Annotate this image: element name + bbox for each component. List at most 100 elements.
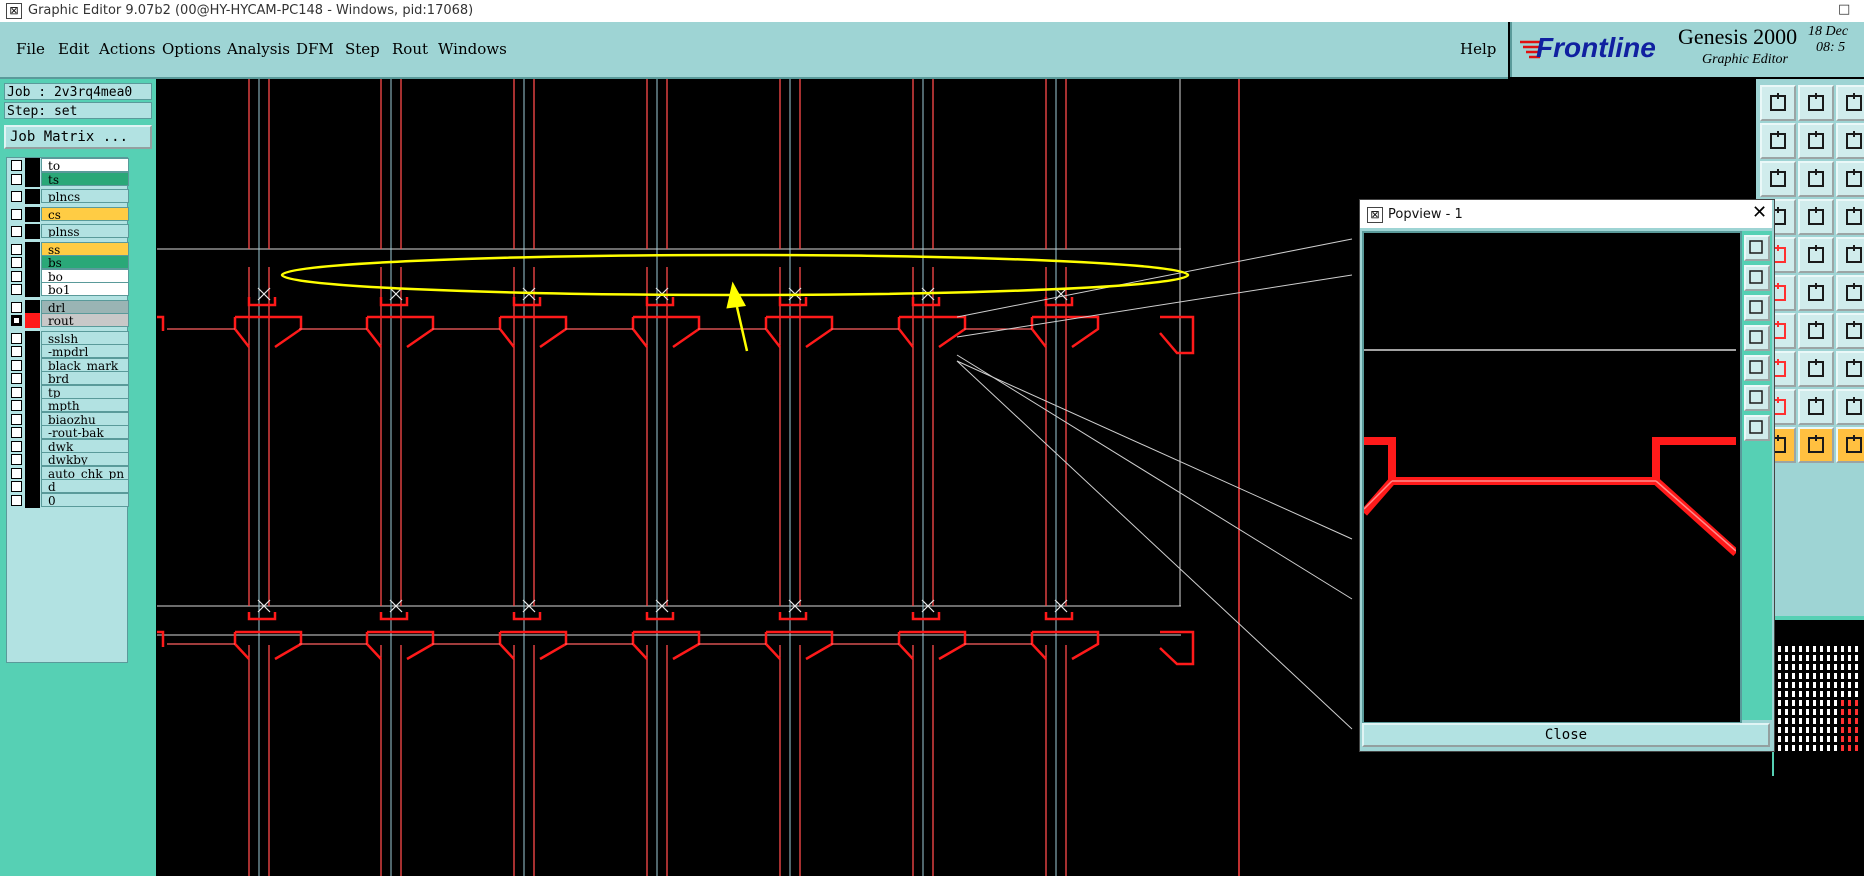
layer-row-plncs[interactable]: plncs (7, 189, 129, 204)
menu-windows[interactable]: Windows (438, 40, 507, 58)
layer-color-swatch[interactable] (25, 224, 40, 239)
zoom-fit-icon[interactable] (1760, 161, 1796, 197)
layer-row-cs[interactable]: cs (7, 206, 129, 222)
layer-checkbox[interactable] (11, 440, 22, 452)
menu-actions[interactable]: Actions (99, 40, 155, 58)
layer-checkbox[interactable] (11, 257, 22, 268)
move-icon[interactable] (1836, 427, 1864, 463)
arrow-left-icon[interactable] (1760, 123, 1796, 159)
layer-name[interactable]: plnss (41, 224, 129, 238)
snap-icon[interactable] (1836, 199, 1864, 235)
center-icon[interactable] (1744, 415, 1770, 441)
layer-name[interactable]: dwkby (41, 452, 129, 466)
arrow-down-icon[interactable] (1798, 85, 1834, 121)
curve-icon[interactable] (1836, 313, 1864, 349)
layer-checkbox[interactable] (11, 243, 22, 255)
move-left-icon[interactable] (1744, 325, 1770, 351)
angle-icon[interactable] (1836, 389, 1864, 425)
layer-checkbox[interactable] (11, 413, 22, 425)
layer-name[interactable]: black_mark (41, 357, 129, 372)
layer-name[interactable]: ts (41, 171, 129, 186)
move-down-icon[interactable] (1744, 295, 1770, 321)
grid-icon[interactable] (1836, 237, 1864, 273)
layer-name[interactable]: -rout-bak (41, 425, 129, 439)
popview-titlebar[interactable]: ⊠ Popview - 1 ✕ (1360, 200, 1772, 228)
line-icon[interactable] (1798, 313, 1834, 349)
layer-color-swatch[interactable] (25, 492, 40, 508)
layer-checkbox[interactable] (11, 208, 22, 220)
layer-name[interactable]: rout (41, 313, 129, 327)
layer-color-swatch[interactable] (25, 282, 40, 297)
layer-checkbox[interactable] (11, 270, 22, 282)
menu-step[interactable]: Step (345, 40, 380, 58)
layer-row-plnss[interactable]: plnss (7, 224, 129, 239)
layer-name[interactable]: drl (41, 299, 129, 314)
fit-icon[interactable] (1744, 385, 1770, 411)
layer-name[interactable]: biaozhu (41, 411, 129, 426)
minimize-icon[interactable]: □ (1838, 2, 1850, 17)
thumbnail-view[interactable] (1772, 616, 1864, 776)
layer-checkbox[interactable] (11, 332, 22, 344)
popview-close-button[interactable]: Close (1362, 723, 1770, 747)
layer-checkbox[interactable] (11, 173, 22, 185)
layer-checkbox[interactable] (11, 315, 22, 326)
layer-name[interactable]: brd (41, 371, 129, 385)
layer-color-swatch[interactable] (25, 171, 40, 187)
marker-icon[interactable] (1836, 351, 1864, 387)
layer-name[interactable]: 0 (41, 492, 129, 507)
layer-checkbox[interactable] (11, 400, 22, 411)
layer-checkbox[interactable] (11, 427, 22, 438)
layer-checkbox[interactable] (11, 359, 22, 371)
move-up-icon[interactable] (1744, 265, 1770, 291)
menu-rout[interactable]: Rout (392, 40, 428, 58)
menu-edit[interactable]: Edit (58, 40, 89, 58)
layer-checkbox[interactable] (11, 481, 22, 492)
measure-icon[interactable] (1798, 199, 1834, 235)
layer-name[interactable]: ss (41, 241, 129, 256)
layer-row-rout[interactable]: rout (7, 313, 129, 328)
layer-checkbox[interactable] (11, 191, 22, 202)
layer-name[interactable]: bo1 (41, 282, 129, 296)
cut-icon[interactable] (1798, 351, 1834, 387)
layer-checkbox[interactable] (11, 160, 22, 171)
layer-name[interactable]: -mpdrl (41, 344, 129, 358)
layer-checkbox[interactable] (11, 226, 22, 237)
job-matrix-button[interactable]: Job Matrix ... (4, 125, 152, 149)
layer-row-ts[interactable]: ts (7, 171, 129, 187)
layer-name[interactable]: mpth (41, 398, 129, 412)
layer-checkbox[interactable] (11, 373, 22, 384)
layer-color-swatch[interactable] (25, 313, 40, 328)
connect-icon[interactable] (1836, 275, 1864, 311)
layer-checkbox[interactable] (11, 467, 22, 479)
arrow-right-icon[interactable] (1798, 123, 1834, 159)
layer-name[interactable]: dwk (41, 438, 129, 453)
layer-name[interactable]: auto_chk_pn (41, 465, 129, 480)
layer-checkbox[interactable] (11, 284, 22, 295)
layer-name[interactable]: cs (41, 206, 129, 221)
menu-help[interactable]: Help (1460, 40, 1496, 58)
menu-file[interactable]: File (16, 40, 45, 58)
layer-name[interactable]: d (41, 479, 129, 493)
layer-row-bo1[interactable]: bo1 (7, 282, 129, 297)
zoom-center-icon[interactable] (1798, 161, 1834, 197)
menu-analysis[interactable]: Analysis (227, 40, 290, 58)
triangle-alt-icon[interactable] (1798, 389, 1834, 425)
layer-color-swatch[interactable] (25, 206, 40, 222)
segment-icon[interactable] (1798, 237, 1834, 273)
arrow-up-icon[interactable] (1760, 85, 1796, 121)
popview-canvas[interactable] (1360, 231, 1742, 724)
menu-options[interactable]: Options (162, 40, 221, 58)
layer-checkbox[interactable] (11, 454, 22, 465)
layer-row-0[interactable]: 0 (7, 492, 129, 508)
rotate-icon[interactable] (1836, 123, 1864, 159)
select-alt-icon[interactable] (1798, 427, 1834, 463)
layer-name[interactable]: sslsh (41, 330, 129, 345)
close-icon[interactable]: ✕ (1752, 203, 1767, 223)
move-right-icon[interactable] (1744, 355, 1770, 381)
layer-color-swatch[interactable] (25, 189, 40, 204)
layer-name[interactable]: plncs (41, 189, 129, 203)
layer-checkbox[interactable] (11, 386, 22, 398)
layer-checkbox[interactable] (11, 346, 22, 357)
zoom-window-icon[interactable] (1744, 235, 1770, 261)
layer-name[interactable]: bo (41, 268, 129, 283)
